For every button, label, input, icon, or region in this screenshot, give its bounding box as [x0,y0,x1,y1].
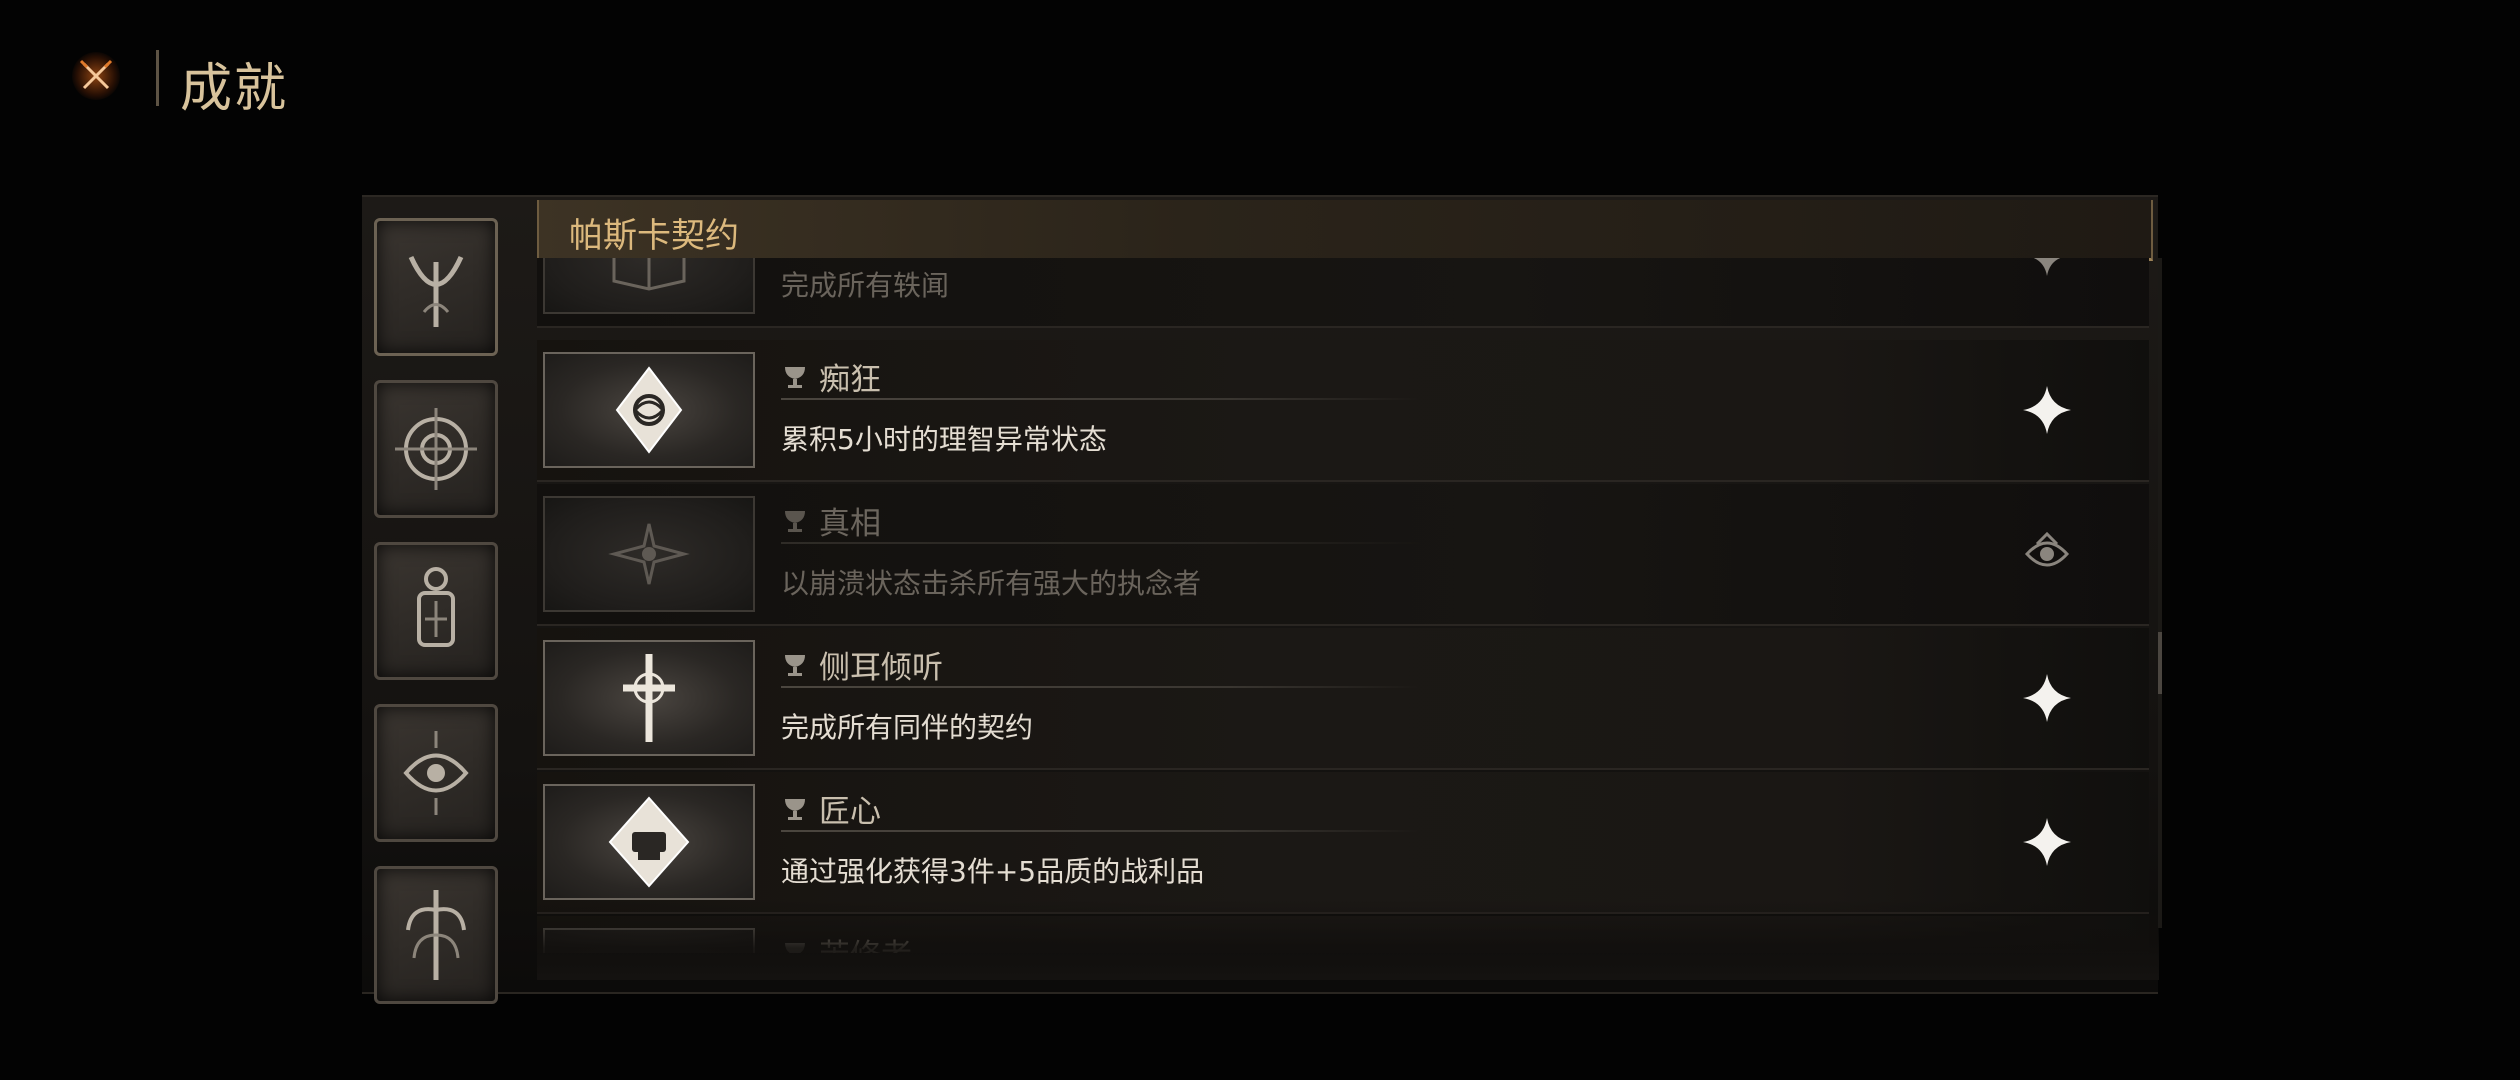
title-underline [781,542,1421,544]
trophy-icon [785,798,805,820]
book-emblem-icon [612,258,686,291]
achievement-emblem [543,352,755,468]
achievement-row[interactable]: 痴狂 累积5小时的理智异常状态 [537,340,2149,482]
title-divider [156,50,159,106]
achievement-name: 真相 [819,506,881,542]
title-underline [781,686,1421,688]
title-underline [781,830,1421,832]
lantern-icon [417,567,455,647]
trophy-icon [785,942,805,953]
achievement-name: 侧耳倾听 [819,650,943,686]
achievement-desc: 累积5小时的理智异常状态 [781,423,1107,456]
sparkle-icon [2023,386,2071,434]
page-title: 成就 [180,59,289,119]
category-button-1[interactable] [374,218,498,356]
sparkle-icon [2023,674,2071,722]
scrollbar-thumb[interactable] [2158,632,2162,694]
achievement-desc: 通过强化获得3件+5品质的战利品 [781,855,1205,888]
achievement-emblem [543,928,755,953]
tree-sigil-icon [406,890,466,980]
achievement-emblem [543,496,755,612]
achievement-row[interactable]: 苦修者 [537,916,2149,953]
title-underline [781,398,1421,400]
sparkle-icon [2023,818,2071,866]
achievement-emblem [543,784,755,900]
category-button-4[interactable] [374,704,498,842]
trophy-icon [785,510,805,532]
achievement-row[interactable]: 完成所有轶闻 [537,258,2149,328]
top-bar: 成就 [0,0,2520,160]
trophy-icon [785,366,805,388]
achievement-title: 真相 [781,498,881,543]
category-button-5[interactable] [374,866,498,1004]
achievement-desc: 完成所有同伴的契约 [781,711,1034,744]
achievement-status [2017,524,2077,584]
achievement-row[interactable]: 真相 以崩溃状态击杀所有强大的执念者 [537,484,2149,626]
achievement-status [2017,258,2077,286]
trophy-icon [785,654,805,676]
eye-sigil-icon [403,731,469,815]
eye-sigil-icon [2024,531,2070,567]
achievement-list[interactable]: 完成所有轶闻 痴狂 累积5小时的理智异常状态 真相 以崩溃状态击杀所有强大的执念… [537,258,2159,953]
category-button-2[interactable] [374,380,498,518]
close-button[interactable] [66,46,126,106]
sparkle-icon [2033,258,2061,276]
list-scrollbar[interactable] [2158,258,2162,928]
achievement-desc: 以崩溃状态击杀所有强大的执念者 [781,567,1202,600]
achievement-status [2017,380,2077,440]
diamond-sigil-icon [615,366,683,454]
achievement-name: 苦修者 [819,930,912,953]
achievement-row[interactable]: 侧耳倾听 完成所有同伴的契约 [537,628,2149,770]
section-header: 帕斯卡契约 [537,200,2153,261]
achievement-title: 侧耳倾听 [781,642,943,687]
compass-wheel-icon [395,408,477,490]
category-button-3[interactable] [374,542,498,680]
achievement-name: 匠心 [819,794,881,830]
achievement-title: 苦修者 [781,930,912,953]
achievement-emblem [543,640,755,756]
section-title: 帕斯卡契约 [569,216,739,256]
achievement-title: 痴狂 [781,354,881,399]
cross-emblem-icon [623,654,675,742]
eye-star-icon [608,523,690,585]
achievement-emblem [543,258,755,314]
achievement-title: 匠心 [781,786,881,831]
achievement-name: 痴狂 [819,362,881,398]
close-icon [79,59,113,90]
anvil-diamond-icon [608,796,690,888]
crescent-emblem-icon [408,255,464,327]
achievement-row[interactable]: 匠心 通过强化获得3件+5品质的战利品 [537,772,2149,914]
achievement-desc: 完成所有轶闻 [781,269,950,302]
achievement-status [2017,668,2077,728]
achievement-status [2017,812,2077,872]
